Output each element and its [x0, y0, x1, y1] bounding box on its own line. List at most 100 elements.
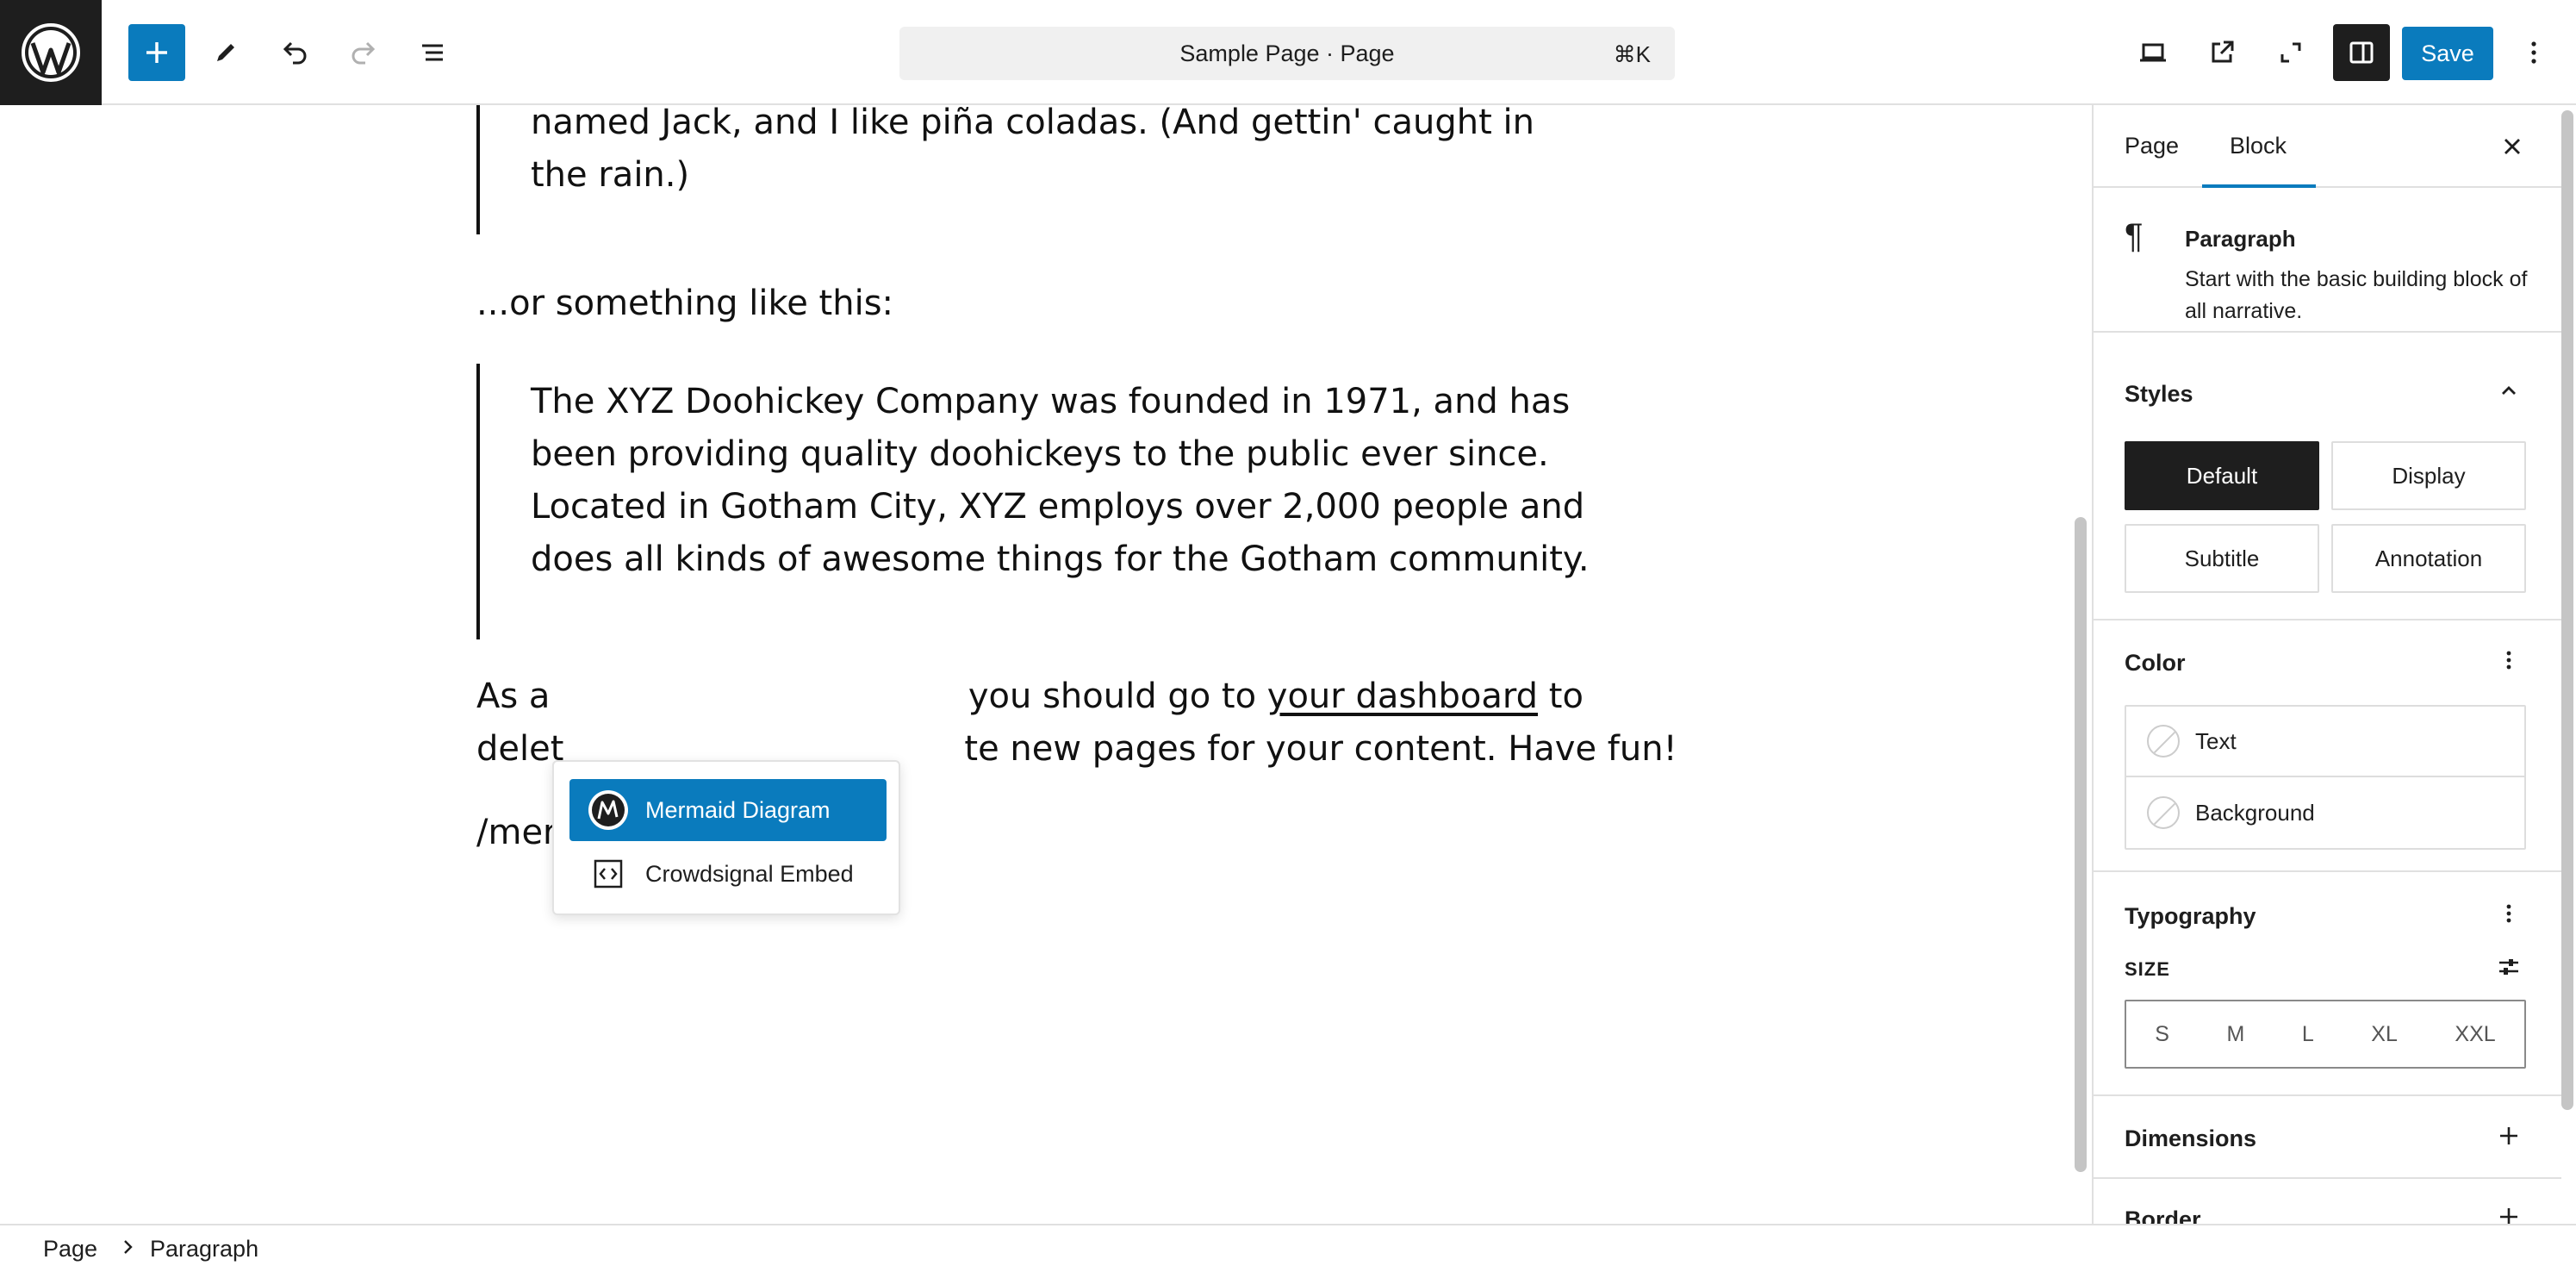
- custom-size-toggle[interactable]: [2492, 950, 2526, 984]
- color-background-button[interactable]: Background: [2126, 777, 2524, 848]
- more-vertical-icon[interactable]: [2492, 643, 2526, 677]
- breadcrumb-item-page[interactable]: Page: [43, 1236, 97, 1263]
- color-panel-title: Color: [2125, 650, 2186, 676]
- color-item-label: Text: [2195, 727, 2237, 754]
- fullscreen-icon: [2280, 42, 2301, 63]
- quote-line: The XYZ Doohickey Company was founded in…: [531, 382, 1571, 421]
- close-sidebar-button[interactable]: [2495, 129, 2529, 164]
- wordpress-logo-icon[interactable]: [0, 0, 102, 105]
- divider: [2094, 619, 2561, 620]
- font-size-option[interactable]: XL: [2371, 1022, 2398, 1047]
- style-subtitle-button[interactable]: Subtitle: [2125, 524, 2319, 593]
- desktop-icon: [2140, 43, 2166, 62]
- more-vertical-icon[interactable]: [2492, 896, 2526, 931]
- color-item-label: Background: [2195, 799, 2315, 826]
- paragraph-text: you should go to: [968, 677, 1257, 716]
- quote-line: named Jack, and I like piña coladas. (An…: [531, 105, 1534, 142]
- tab-page[interactable]: Page: [2125, 133, 2179, 159]
- document-overview-button[interactable]: [404, 24, 461, 81]
- embed-code-icon: [588, 854, 628, 894]
- sidebar-scrollbar[interactable]: [2561, 110, 2573, 1110]
- plus-icon[interactable]: [2492, 1200, 2526, 1225]
- style-annotation-button[interactable]: Annotation: [2331, 524, 2526, 593]
- style-default-button[interactable]: Default: [2125, 441, 2319, 510]
- typography-panel-title: Typography: [2125, 903, 2256, 929]
- quote-line: Located in Gotham City, XYZ employs over…: [531, 487, 1585, 527]
- paragraph-text: As a: [476, 677, 551, 716]
- sidebar-tabs: Page Block: [2094, 105, 2561, 188]
- slash-command-paragraph[interactable]: /mer: [476, 807, 560, 859]
- color-text-button[interactable]: Text: [2126, 707, 2524, 777]
- breadcrumb-item-paragraph[interactable]: Paragraph: [150, 1236, 258, 1263]
- settings-sliders-icon: [2499, 959, 2518, 975]
- style-display-button[interactable]: Display: [2331, 441, 2526, 510]
- plus-icon[interactable]: [2492, 1119, 2526, 1153]
- tools-button[interactable]: [197, 24, 254, 81]
- autocomplete-option-mermaid[interactable]: Mermaid Diagram: [569, 779, 887, 841]
- quote-line: been providing quality doohickeys to the…: [531, 434, 1549, 474]
- sidebar-icon: [2349, 41, 2374, 64]
- divider: [2094, 331, 2561, 333]
- paragraph-text: to: [1548, 677, 1584, 716]
- more-vertical-icon: [2531, 41, 2536, 64]
- divider: [2094, 1177, 2561, 1179]
- redo-icon: [352, 41, 376, 65]
- font-size-option[interactable]: L: [2302, 1022, 2314, 1047]
- shortcut-hint: ⌘K: [1613, 41, 1651, 67]
- editor-canvas[interactable]: named Jack, and I like piña coladas. (An…: [0, 105, 2068, 1225]
- paragraph-block[interactable]: ...or something like this:: [476, 277, 893, 330]
- block-inserter-button[interactable]: [128, 24, 185, 81]
- active-tab-indicator: [2202, 184, 2316, 188]
- block-breadcrumb: Page Paragraph: [0, 1224, 2576, 1272]
- chevron-up-icon[interactable]: [2492, 374, 2526, 408]
- external-link-icon: [2212, 41, 2234, 63]
- options-menu-button[interactable]: [2505, 24, 2562, 81]
- divider: [2094, 1094, 2561, 1096]
- quote-line: the rain.): [531, 155, 690, 195]
- view-page-button[interactable]: [2193, 24, 2250, 81]
- divider: [2094, 870, 2561, 872]
- canvas-scrollbar[interactable]: [2075, 517, 2087, 1172]
- empty-swatch-icon: [2147, 796, 2180, 829]
- undo-icon: [283, 41, 307, 65]
- quote-block[interactable]: named Jack, and I like piña coladas. (An…: [476, 105, 1534, 234]
- fullscreen-button[interactable]: [2262, 24, 2319, 81]
- pencil-icon: [217, 44, 234, 61]
- paragraph-icon: ¶: [2125, 217, 2144, 255]
- editor-header: Sample Page · Page ⌘K Save: [0, 0, 2576, 105]
- settings-sidebar-toggle[interactable]: [2333, 24, 2390, 81]
- empty-swatch-icon: [2147, 725, 2180, 758]
- border-panel-title: Border: [2125, 1207, 2201, 1225]
- save-button[interactable]: Save: [2402, 27, 2493, 80]
- font-size-option[interactable]: M: [2226, 1022, 2244, 1047]
- block-title: Paragraph: [2185, 226, 2296, 252]
- mermaid-icon: [588, 790, 628, 830]
- paragraph-text: ...or something like this:: [476, 284, 894, 323]
- tab-block[interactable]: Block: [2230, 133, 2287, 159]
- dimensions-panel-title: Dimensions: [2125, 1125, 2257, 1151]
- undo-button[interactable]: [266, 24, 323, 81]
- size-label: SIZE: [2125, 958, 2170, 980]
- dashboard-link[interactable]: your dashboard: [1267, 677, 1538, 716]
- color-settings-group: Text Background: [2125, 705, 2526, 850]
- redo-button[interactable]: [335, 24, 392, 81]
- quote-block[interactable]: The XYZ Doohickey Company was founded in…: [476, 364, 1590, 639]
- font-size-picker: S M L XL XXL: [2125, 1000, 2526, 1069]
- autocomplete-option-label: Crowdsignal Embed: [645, 860, 854, 887]
- autocomplete-option-label: Mermaid Diagram: [645, 796, 831, 823]
- settings-sidebar: Page Block ¶ Paragraph Start with the ba…: [2092, 105, 2561, 1225]
- font-size-option[interactable]: S: [2155, 1022, 2169, 1047]
- command-palette-bar[interactable]: Sample Page · Page ⌘K: [899, 27, 1675, 80]
- document-title: Sample Page · Page: [1179, 40, 1395, 66]
- styles-panel-title[interactable]: Styles: [2125, 381, 2193, 408]
- paragraph-text: delet: [476, 729, 564, 769]
- autocomplete-option-crowdsignal[interactable]: Crowdsignal Embed: [569, 843, 887, 905]
- slash-input-text: /mer: [476, 813, 557, 852]
- paragraph-text: te new pages for your content. Have fun!: [964, 729, 1677, 769]
- preview-device-button[interactable]: [2125, 24, 2181, 81]
- block-autocomplete-popup: Mermaid Diagram Crowdsignal Embed: [552, 760, 900, 915]
- close-icon: [2504, 139, 2520, 154]
- chevron-right-icon: [118, 1234, 139, 1266]
- font-size-option[interactable]: XXL: [2455, 1022, 2495, 1047]
- list-view-icon: [422, 44, 443, 61]
